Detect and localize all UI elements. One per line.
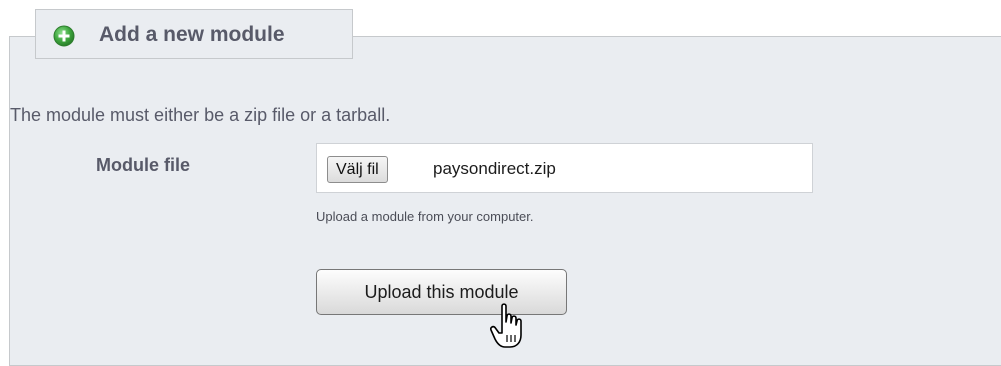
- add-circle-icon: [53, 25, 75, 47]
- module-file-label: Module file: [96, 155, 190, 175]
- panel-title: Add a new module: [99, 23, 285, 46]
- choose-file-button[interactable]: Välj fil: [327, 156, 388, 183]
- module-file-input[interactable]: Välj fil paysondirect.zip: [316, 143, 813, 193]
- selected-file-name: paysondirect.zip: [433, 159, 556, 178]
- hand-cursor-icon: [490, 303, 522, 348]
- module-format-description: The module must either be a zip file or …: [10, 105, 391, 125]
- panel-legend: Add a new module: [35, 9, 353, 59]
- upload-hint: Upload a module from your computer.: [316, 209, 534, 224]
